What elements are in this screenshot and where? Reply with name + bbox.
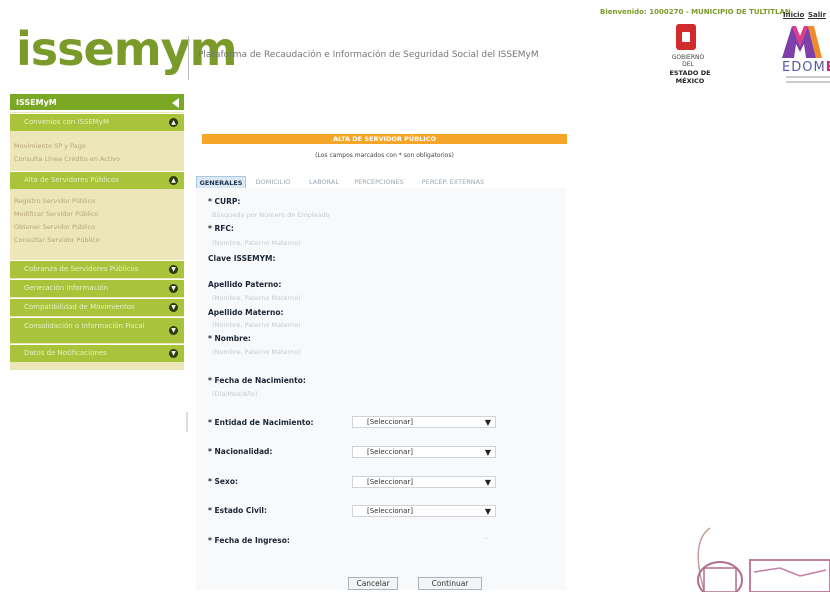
expand-icon[interactable]: ▼ [169, 326, 178, 335]
sidebar-group-label: Alta de Servidores Públicos [24, 176, 119, 184]
sidebar-group-compatibilidad[interactable]: Compatibilidad de Movimientos ▼ [10, 298, 184, 316]
nombre-input[interactable]: (Nombre, Paterno Materno) [212, 348, 301, 356]
tab-percep-externas[interactable]: PERCEP. EXTERNAS [420, 176, 486, 188]
sidebar-group-notificaciones[interactable]: Datos de Notificaciones ▼ [10, 344, 184, 362]
select-value: [Seleccionar] [367, 478, 413, 486]
fecha-ingreso-label: * Fecha de Ingreso: [208, 536, 290, 545]
estado-civil-label: * Estado Civil: [208, 506, 268, 515]
inicio-link[interactable]: Inicio [783, 11, 804, 19]
sidebar-group-alta[interactable]: Alta de Servidores Públicos ▲ [10, 171, 184, 189]
chevron-down-icon: ▼ [484, 478, 491, 487]
calendar-icon[interactable]: ‧ [485, 535, 487, 543]
nombre-label: * Nombre: [208, 334, 251, 343]
sidebar-item-registro[interactable]: Registro Servidor Público [10, 195, 184, 207]
sexo-label: * Sexo: [208, 477, 239, 486]
select-value: [Seleccionar] [367, 448, 413, 456]
curp-label: * CURP: [208, 197, 241, 206]
continue-button[interactable]: Continuar [418, 577, 482, 590]
form-title: ALTA DE SERVIDOR PÚBLICO [332, 135, 437, 143]
welcome-text: Bienvenido: 1000270 - MUNICIPIO DE TULTI… [600, 8, 791, 16]
sidebar-item-modificar[interactable]: Modificar Servidor Público [10, 208, 184, 220]
expand-icon[interactable]: ▼ [169, 284, 178, 293]
chevron-down-icon: ▼ [484, 418, 491, 427]
edomex-wordmark: EDOME [782, 60, 830, 75]
sidebar-group-label: Generación Información [24, 284, 109, 292]
sidebar-group-label: Compatibilidad de Movimientos [24, 303, 135, 311]
chevron-down-icon: ▼ [484, 507, 491, 516]
select-value: [Seleccionar] [367, 418, 413, 426]
collapse-sidebar-icon[interactable] [172, 98, 179, 108]
rfc-input[interactable]: (Nombre, Paterno Materno) [212, 239, 301, 247]
tab-domicilio[interactable]: DOMICILIO [251, 176, 295, 188]
apellido-materno-label: Apellido Materno: [208, 308, 284, 317]
nacionalidad-label: * Nacionalidad: [208, 447, 273, 456]
gobierno-label: GOBIERNO DEL [671, 54, 705, 68]
sidebar-item-consulta-linea[interactable]: Consulta Línea Crédito en Activo [10, 153, 184, 165]
sidebar-group-convenios[interactable]: Convenios con ISSEMyM ▲ [10, 113, 184, 131]
sidebar-group-label: Datos de Notificaciones [24, 349, 107, 357]
required-note: (Los campos marcados con * son obligator… [315, 152, 454, 159]
header-divider [188, 36, 189, 80]
sidebar-group-generacion[interactable]: Generación Información ▼ [10, 279, 184, 297]
apellido-paterno-input[interactable]: (Nombre, Paterno Materno) [212, 294, 301, 302]
edomex-tagline [786, 76, 830, 90]
cancel-button[interactable]: Cancelar [348, 577, 398, 590]
clave-issemym-label: Clave ISSEMYM: [208, 254, 276, 263]
expand-icon[interactable]: ▼ [169, 265, 178, 274]
estado-label: ESTADO DE MÉXICO [669, 69, 711, 85]
sidebar-group-label: Consolidación o Información Fiscal [24, 322, 145, 330]
sidebar-item-obtener[interactable]: Obtener Servidor Público [10, 221, 184, 233]
sidebar-group-cobranza[interactable]: Cobranza de Servidores Públicos ▼ [10, 260, 184, 278]
tab-percepciones[interactable]: PERCEPCIONES [352, 176, 406, 188]
curp-input[interactable]: Búsqueda por Número de Empleado [212, 211, 330, 219]
collapse-icon[interactable]: ▲ [169, 118, 178, 127]
sidebar-group-consolidacion[interactable]: Consolidación o Información Fiscal ▼ [10, 317, 184, 343]
estado-civil-select[interactable]: [Seleccionar] ▼ [352, 505, 496, 517]
edomex-logo-icon [782, 26, 822, 58]
nacionalidad-select[interactable]: [Seleccionar] ▼ [352, 446, 496, 458]
expand-icon[interactable]: ▼ [169, 303, 178, 312]
apellido-paterno-label: Apellido Paterno: [208, 280, 282, 289]
official-stamp [697, 527, 830, 592]
apellido-materno-input[interactable]: (Nombre, Paterno Materno) [212, 321, 301, 329]
salir-link[interactable]: Salir [808, 11, 826, 19]
sidebar-header: ISSEMyM [10, 94, 184, 112]
platform-title: Plataforma de Recaudación e Información … [198, 50, 539, 60]
entidad-nacimiento-label: * Entidad de Nacimiento: [208, 418, 314, 427]
sidebar-resize-handle[interactable] [186, 412, 188, 432]
sidebar-group-label: Convenios con ISSEMyM [24, 118, 109, 126]
fecha-nacimiento-input[interactable]: (Día/Mes/Año) [212, 390, 258, 398]
entidad-nacimiento-select[interactable]: [Seleccionar] ▼ [352, 416, 496, 428]
sidebar-item-movimiento[interactable]: Movimiento SP y Pago [10, 140, 184, 152]
collapse-icon[interactable]: ▲ [169, 176, 178, 185]
select-value: [Seleccionar] [367, 507, 413, 515]
form-panel [196, 188, 566, 590]
sidebar-item-consultar[interactable]: Consultar Servidor Público [10, 234, 184, 246]
fecha-nacimiento-label: * Fecha de Nacimiento: [208, 376, 306, 385]
expand-icon[interactable]: ▼ [169, 349, 178, 358]
sidebar-title: ISSEMyM [16, 98, 57, 107]
sidebar-group-label: Cobranza de Servidores Públicos [24, 265, 139, 273]
tab-laboral[interactable]: LABORAL [304, 176, 344, 188]
gobierno-seal-icon [676, 24, 696, 50]
sexo-select[interactable]: [Seleccionar] ▼ [352, 476, 496, 488]
chevron-down-icon: ▼ [484, 448, 491, 457]
issemym-logo: issemym [16, 22, 238, 76]
rfc-label: * RFC: [208, 224, 234, 233]
